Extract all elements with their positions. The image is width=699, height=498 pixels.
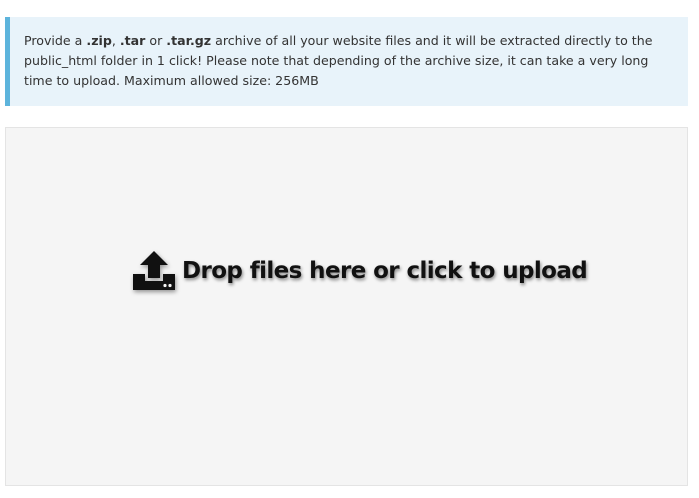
file-dropzone[interactable]: Drop files here or click to upload bbox=[5, 127, 688, 486]
ext-tar: .tar bbox=[119, 33, 146, 48]
notice-sep-2: or bbox=[145, 33, 167, 48]
dropzone-message[interactable]: Drop files here or click to upload bbox=[131, 250, 588, 292]
ext-targz: .tar.gz bbox=[166, 33, 212, 48]
upload-info-notice: Provide a .zip, .tar or .tar.gz archive … bbox=[5, 17, 688, 106]
dropzone-label[interactable]: Drop files here or click to upload bbox=[182, 258, 588, 284]
upload-icon bbox=[131, 250, 177, 292]
notice-sep-1: , bbox=[111, 33, 120, 48]
ext-zip: .zip bbox=[86, 33, 112, 48]
notice-prefix: Provide a bbox=[24, 33, 87, 48]
